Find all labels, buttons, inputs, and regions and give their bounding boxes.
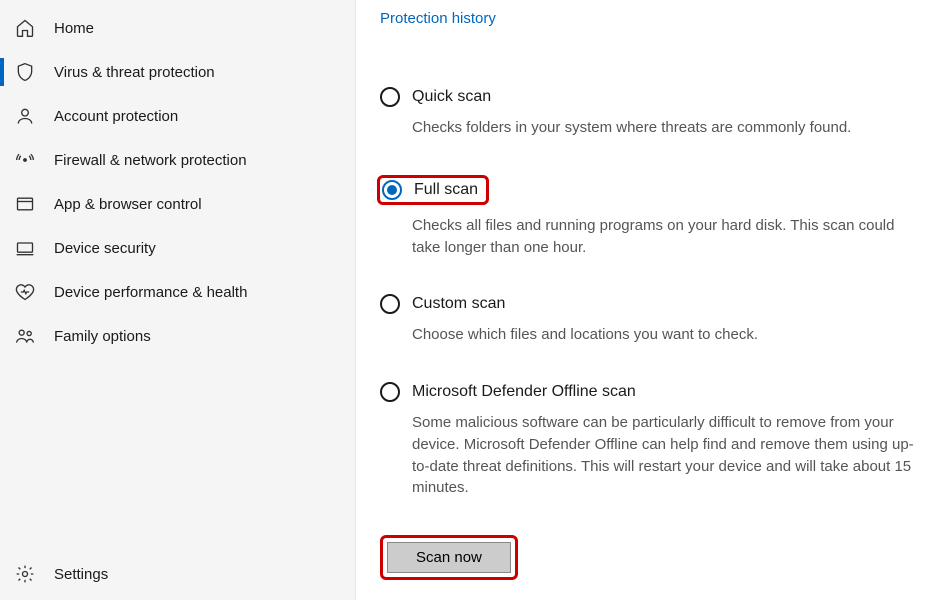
person-icon: [14, 105, 36, 127]
sidebar-label-account: Account protection: [54, 108, 178, 125]
sidebar-label-firewall: Firewall & network protection: [54, 152, 247, 169]
sidebar-label-settings: Settings: [54, 566, 108, 583]
scan-desc-quick: Checks folders in your system where thre…: [412, 117, 922, 139]
radio-offline-scan[interactable]: [380, 382, 400, 402]
sidebar-item-firewall[interactable]: Firewall & network protection: [0, 138, 355, 182]
scan-now-highlight: Scan now: [380, 535, 518, 580]
sidebar: Home Virus & threat protection Account p…: [0, 0, 356, 600]
scan-option-quick: Quick scan Checks folders in your system…: [380, 87, 931, 139]
device-icon: [14, 237, 36, 259]
heart-icon: [14, 281, 36, 303]
sidebar-items: Home Virus & threat protection Account p…: [0, 6, 355, 552]
shield-icon: [14, 61, 36, 83]
scan-desc-custom: Choose which files and locations you wan…: [412, 324, 922, 346]
radio-tower-icon: [14, 149, 36, 171]
scan-desc-full: Checks all files and running programs on…: [412, 215, 922, 259]
sidebar-label-app-browser: App & browser control: [54, 196, 202, 213]
radio-label-full-scan[interactable]: Full scan: [414, 181, 478, 199]
radio-label-custom-scan[interactable]: Custom scan: [412, 295, 505, 313]
scan-option-head-quick[interactable]: Quick scan: [380, 87, 931, 107]
sidebar-item-account[interactable]: Account protection: [0, 94, 355, 138]
radio-full-scan[interactable]: [382, 180, 402, 200]
scan-option-full: Full scan Checks all files and running p…: [380, 175, 931, 259]
scan-option-head-full[interactable]: Full scan: [377, 175, 489, 205]
sidebar-item-device-security[interactable]: Device security: [0, 226, 355, 270]
scan-now-button[interactable]: Scan now: [387, 542, 511, 573]
sidebar-item-virus-threat[interactable]: Virus & threat protection: [0, 50, 355, 94]
scan-option-custom: Custom scan Choose which files and locat…: [380, 294, 931, 346]
sidebar-item-settings[interactable]: Settings: [0, 552, 355, 596]
scan-option-head-custom[interactable]: Custom scan: [380, 294, 931, 314]
gear-icon: [14, 563, 36, 585]
people-icon: [14, 325, 36, 347]
sidebar-item-home[interactable]: Home: [0, 6, 355, 50]
sidebar-label-virus-threat: Virus & threat protection: [54, 64, 215, 81]
sidebar-item-app-browser[interactable]: App & browser control: [0, 182, 355, 226]
sidebar-label-device-security: Device security: [54, 240, 156, 257]
radio-quick-scan[interactable]: [380, 87, 400, 107]
sidebar-label-home: Home: [54, 20, 94, 37]
home-icon: [14, 17, 36, 39]
scan-desc-offline: Some malicious software can be particula…: [412, 412, 922, 499]
protection-history-link[interactable]: Protection history: [380, 10, 496, 27]
scan-option-head-offline[interactable]: Microsoft Defender Offline scan: [380, 382, 931, 402]
main-content: Protection history Quick scan Checks fol…: [356, 0, 949, 600]
scan-option-offline: Microsoft Defender Offline scan Some mal…: [380, 382, 931, 499]
radio-label-offline-scan[interactable]: Microsoft Defender Offline scan: [412, 383, 636, 401]
sidebar-item-performance[interactable]: Device performance & health: [0, 270, 355, 314]
sidebar-item-family[interactable]: Family options: [0, 314, 355, 358]
radio-label-quick-scan[interactable]: Quick scan: [412, 88, 491, 106]
window-icon: [14, 193, 36, 215]
sidebar-label-family: Family options: [54, 328, 151, 345]
radio-custom-scan[interactable]: [380, 294, 400, 314]
sidebar-label-performance: Device performance & health: [54, 284, 247, 301]
